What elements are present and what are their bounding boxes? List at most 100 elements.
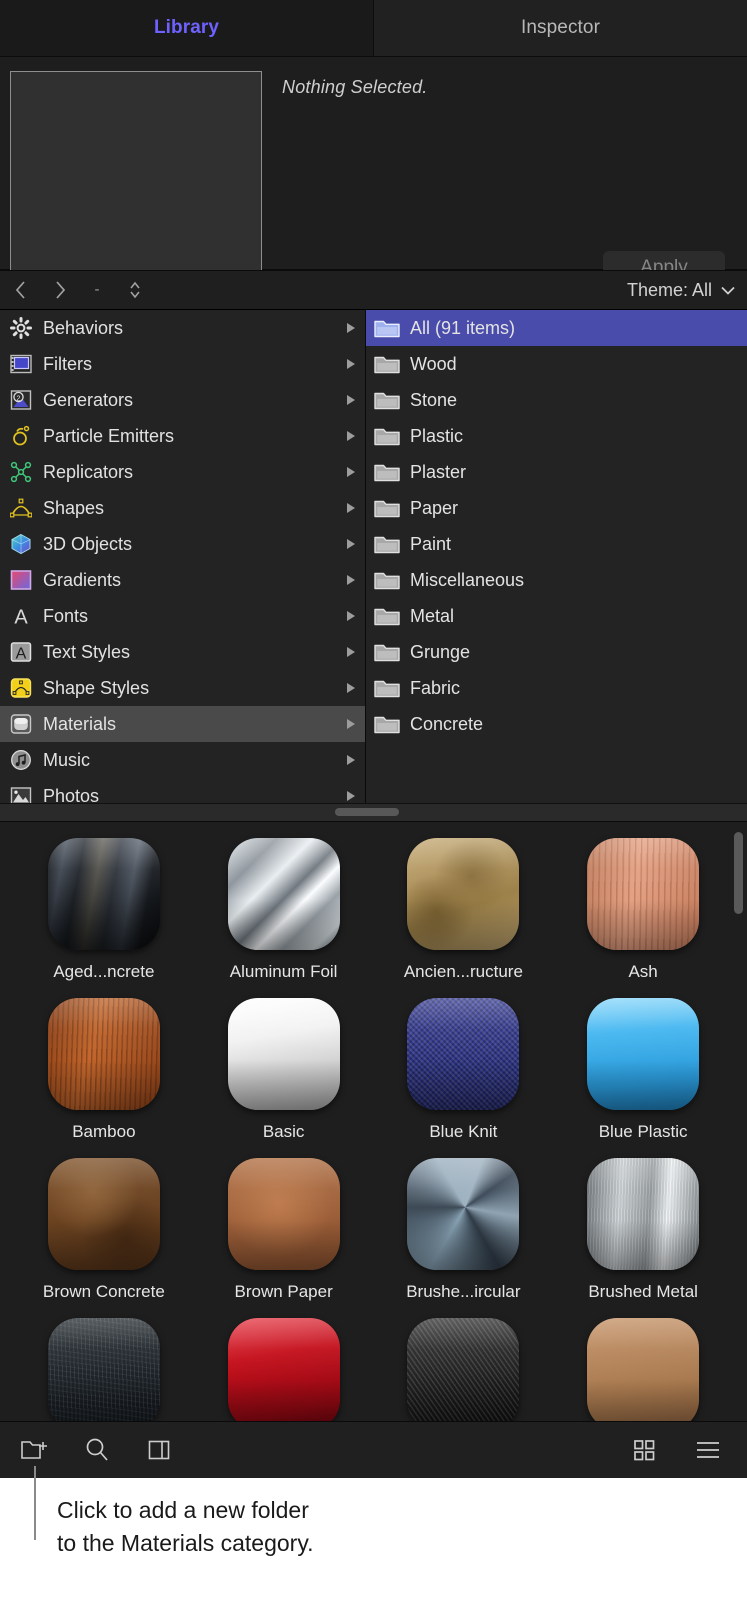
disclosure-arrow-icon[interactable] [347, 791, 355, 801]
disclosure-arrow-icon[interactable] [347, 431, 355, 441]
disclosure-arrow-icon[interactable] [347, 323, 355, 333]
folder-item-concrete[interactable]: Concrete [366, 706, 747, 742]
disclosure-arrow-icon[interactable] [347, 395, 355, 405]
folder-item-wood[interactable]: Wood [366, 346, 747, 382]
disclosure-arrow-icon[interactable] [347, 611, 355, 621]
grid-view-button[interactable] [629, 1435, 659, 1465]
sidebar-item-text-styles[interactable]: A Text Styles [0, 634, 365, 670]
material-swatch[interactable] [407, 998, 520, 1110]
material-swatch[interactable] [47, 1158, 160, 1270]
material-swatch[interactable] [227, 1158, 340, 1270]
folder-item-label: Plastic [410, 425, 464, 446]
material-item[interactable]: Aluminum Foil [194, 838, 374, 998]
folder-item-metal[interactable]: Metal [366, 598, 747, 634]
folder-item-paper[interactable]: Paper [366, 490, 747, 526]
path-stepper[interactable] [114, 279, 156, 301]
toolbar-right-group [629, 1435, 747, 1465]
folder-item-label: Concrete [410, 713, 484, 734]
sidebar-toggle-button[interactable] [144, 1435, 174, 1465]
folder-icon [374, 392, 400, 409]
new-folder-button[interactable] [20, 1435, 50, 1465]
sidebar-item-3d-objects[interactable]: 3D Objects [0, 526, 365, 562]
sidebar-item-gradients[interactable]: Gradients [0, 562, 365, 598]
folder-item-plaster[interactable]: Plaster [366, 454, 747, 490]
disclosure-arrow-icon[interactable] [347, 755, 355, 765]
folder-item-paint[interactable]: Paint [366, 526, 747, 562]
folder-item-stone[interactable]: Stone [366, 382, 747, 418]
tab-library[interactable]: Library [0, 0, 374, 56]
material-swatch[interactable] [47, 998, 160, 1110]
folder-item-plastic[interactable]: Plastic [366, 418, 747, 454]
material-item[interactable]: Brushe...ircular [374, 1158, 554, 1318]
material-label: Aluminum Foil [229, 962, 338, 981]
material-swatch[interactable] [587, 838, 700, 950]
tab-inspector-label: Inspector [520, 17, 601, 38]
material-label: Bamboo [72, 1122, 136, 1141]
material-item[interactable]: Brown Paper [194, 1158, 374, 1318]
sidebar-item-generators[interactable]: 2 Generators [0, 382, 365, 418]
folder-icon [374, 716, 400, 733]
sidebar-item-materials[interactable]: Materials [0, 706, 365, 742]
forward-button[interactable] [40, 271, 80, 309]
material-swatch[interactable] [47, 1318, 160, 1430]
sidebar-item-fonts[interactable]: A Fonts [0, 598, 365, 634]
material-swatch[interactable] [407, 838, 520, 950]
folder-item-grunge[interactable]: Grunge [366, 634, 747, 670]
disclosure-arrow-icon[interactable] [347, 719, 355, 729]
disclosure-arrow-icon[interactable] [347, 503, 355, 513]
material-label: Brown Paper [234, 1282, 333, 1301]
folder-item-label: Metal [410, 605, 455, 626]
material-item[interactable]: Blue Knit [374, 998, 554, 1158]
material-swatch[interactable] [227, 838, 340, 950]
material-swatch[interactable] [407, 1318, 520, 1430]
sidebar-item-shape-styles[interactable]: Shape Styles [0, 670, 365, 706]
sidebar-item-behaviors[interactable]: Behaviors [0, 310, 365, 346]
category-column[interactable]: Behaviors Filters 2 Generators Particle Emit… [0, 310, 366, 806]
material-label: Brown Concrete [42, 1282, 165, 1301]
panel-tabbar: Library Inspector [0, 0, 747, 57]
material-swatch[interactable] [227, 998, 340, 1110]
disclosure-arrow-icon[interactable] [347, 683, 355, 693]
grid-vscrollbar-thumb[interactable] [734, 832, 743, 914]
tab-inspector[interactable]: Inspector [374, 0, 747, 56]
material-swatch[interactable] [47, 838, 160, 950]
folder-item-miscellaneous[interactable]: Miscellaneous [366, 562, 747, 598]
disclosure-arrow-icon[interactable] [347, 575, 355, 585]
grid-vscrollbar[interactable] [734, 828, 743, 1428]
material-item[interactable]: Aged...ncrete [14, 838, 194, 998]
material-item[interactable]: Blue Plastic [553, 998, 733, 1158]
material-swatch[interactable] [227, 1318, 340, 1430]
back-button[interactable] [0, 271, 40, 309]
material-item[interactable]: Basic [194, 998, 374, 1158]
material-item[interactable]: Bamboo [14, 998, 194, 1158]
folder-item-all-91-items-[interactable]: All (91 items) [366, 310, 747, 346]
folder-item-label: Paint [410, 533, 452, 554]
sidebar-item-shapes[interactable]: Shapes [0, 490, 365, 526]
sidebar-item-music[interactable]: Music [0, 742, 365, 778]
disclosure-arrow-icon[interactable] [347, 647, 355, 657]
sidebar-item-particle-emitters[interactable]: Particle Emitters [0, 418, 365, 454]
material-grid-area: Aged...ncrete Aluminum Foil Ancien...ructu… [0, 822, 747, 1439]
material-swatch[interactable] [587, 998, 700, 1110]
disclosure-arrow-icon[interactable] [347, 359, 355, 369]
material-swatch[interactable] [407, 1158, 520, 1270]
sidebar-item-filters[interactable]: Filters [0, 346, 365, 382]
folder-item-fabric[interactable]: Fabric [366, 670, 747, 706]
theme-dropdown-label: Theme: All [626, 279, 712, 300]
material-item[interactable]: Brown Concrete [14, 1158, 194, 1318]
disclosure-arrow-icon[interactable] [347, 467, 355, 477]
browser-hscrollbar[interactable] [0, 803, 747, 822]
search-button[interactable] [82, 1435, 112, 1465]
folder-column[interactable]: All (91 items) Wood Stone Plastic Plaster Pap… [366, 310, 747, 803]
sidebar-item-replicators[interactable]: Replicators [0, 454, 365, 490]
theme-dropdown[interactable]: Theme: All [627, 271, 735, 309]
material-swatch[interactable] [587, 1318, 700, 1430]
disclosure-arrow-icon[interactable] [347, 539, 355, 549]
material-item[interactable]: Brushed Metal [553, 1158, 733, 1318]
browser-hscrollbar-thumb[interactable] [335, 808, 399, 816]
list-view-button[interactable] [693, 1435, 723, 1465]
material-item[interactable]: Ash [553, 838, 733, 998]
material-swatch[interactable] [587, 1158, 700, 1270]
material-item[interactable]: Ancien...ructure [374, 838, 554, 998]
grid-view-icon [634, 1440, 655, 1461]
